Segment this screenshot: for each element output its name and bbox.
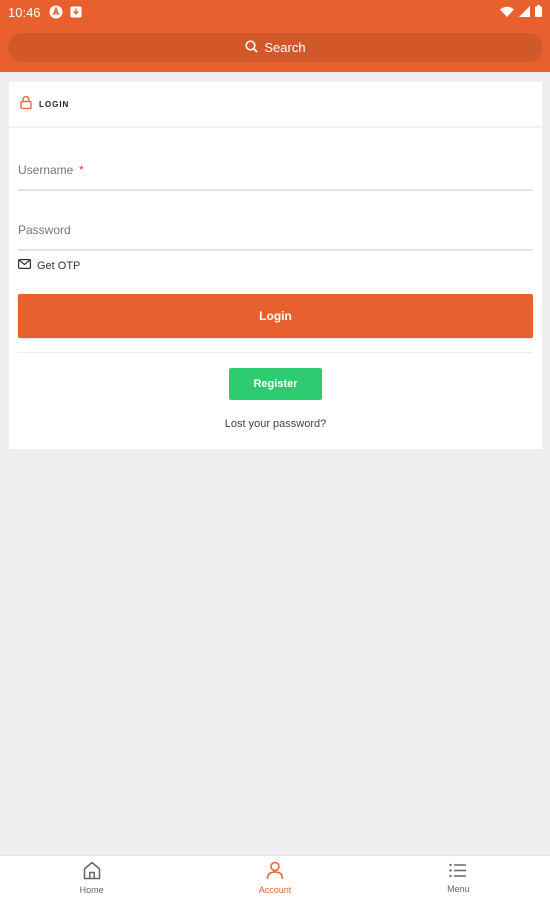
get-otp-link[interactable]: Get OTP [18, 259, 80, 272]
battery-icon [535, 4, 542, 20]
register-button[interactable]: Register [229, 368, 322, 400]
wifi-icon [500, 5, 514, 20]
username-field: * [18, 151, 533, 191]
menu-icon [448, 862, 468, 881]
nav-label-account: Account [258, 885, 292, 895]
password-input[interactable] [18, 223, 533, 237]
app-notification-icon [49, 5, 63, 19]
cell-signal-icon [519, 5, 530, 20]
account-icon [265, 861, 285, 882]
nav-item-home[interactable]: Home [0, 856, 183, 900]
app-header: 10:46 Search [0, 0, 550, 72]
search-icon [245, 39, 258, 56]
login-button[interactable]: Login [18, 294, 533, 338]
nav-label-home: Home [79, 885, 104, 895]
card-divider [18, 352, 533, 353]
status-time: 10:46 [8, 4, 41, 20]
nav-item-account[interactable]: Account [183, 856, 366, 900]
required-mark: * [79, 163, 84, 177]
get-otp-label: Get OTP [37, 259, 81, 272]
mail-icon [18, 259, 32, 272]
home-icon [82, 861, 102, 882]
status-bar: 10:46 [0, 0, 550, 24]
login-card-header: LOGIN [9, 82, 542, 128]
download-notification-icon [70, 6, 82, 18]
nav-item-menu[interactable]: Menu [367, 856, 550, 900]
search-bar[interactable]: Search [8, 33, 543, 62]
search-label: Search [264, 40, 306, 55]
bottom-navigation: Home Account Menu [0, 855, 550, 900]
login-card: LOGIN * Get OTP Login Register Lost your… [9, 82, 542, 449]
login-title: LOGIN [39, 99, 70, 109]
password-field [18, 211, 533, 251]
username-input[interactable] [18, 163, 533, 177]
nav-label-menu: Menu [447, 884, 470, 894]
lost-password-link[interactable]: Lost your password? [9, 418, 542, 430]
lock-icon [19, 95, 33, 114]
